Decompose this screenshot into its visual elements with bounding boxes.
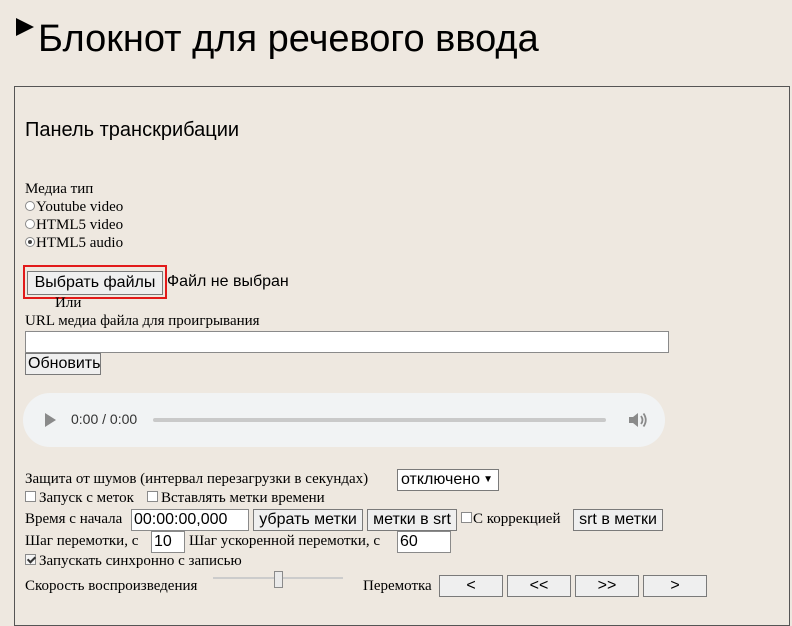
correction[interactable]: С коррекцией	[461, 511, 560, 528]
file-button-highlight: Выбрать файлы	[23, 265, 167, 299]
radio-youtube-video[interactable]: Youtube video	[25, 199, 123, 216]
radio-html5-audio-icon[interactable]	[25, 236, 35, 247]
srt-to-marks-button[interactable]: srt в метки	[573, 509, 663, 531]
volume-icon[interactable]	[627, 411, 649, 429]
launch-from-marks[interactable]: Запуск с меток	[25, 490, 134, 507]
radio-html5-audio[interactable]: HTML5 audio	[25, 235, 123, 252]
step-label: Шаг перемотки, с	[25, 533, 139, 549]
step-input[interactable]: 10	[151, 531, 185, 553]
noise-label: Защита от шумов (интервал перезагрузки в…	[25, 471, 369, 487]
radio-html5-video-icon[interactable]	[25, 218, 35, 229]
sync-start-checkbox[interactable]	[25, 554, 36, 566]
noise-select[interactable]: отключено ▼	[397, 469, 499, 491]
audio-player: 0:00 / 0:00	[23, 393, 665, 447]
or-label: Или	[55, 295, 82, 311]
panel-title: Панель транскрибации	[25, 119, 240, 141]
remove-marks-button[interactable]: убрать метки	[253, 509, 363, 531]
radio-youtube-icon[interactable]	[25, 200, 35, 211]
fast-step-label: Шаг ускоренной перемотки, с	[189, 533, 381, 549]
speed-slider-thumb[interactable]	[274, 571, 283, 588]
file-status: Файл не выбран	[167, 273, 289, 290]
marks-to-srt-button[interactable]: метки в srt	[367, 509, 457, 531]
launch-from-marks-checkbox[interactable]	[25, 491, 36, 503]
correction-checkbox[interactable]	[461, 512, 472, 524]
rewind-back-button[interactable]: <	[439, 575, 503, 597]
rewind-fast-back-button[interactable]: <<	[507, 575, 571, 597]
collapse-triangle-icon[interactable]	[16, 18, 34, 36]
start-time-input[interactable]: 00:00:00,000	[131, 509, 249, 531]
rewind-forward-button[interactable]: >	[643, 575, 707, 597]
radio-html5-video[interactable]: HTML5 video	[25, 217, 123, 234]
url-label: URL медиа файла для проигрывания	[25, 313, 260, 329]
rewind-label: Перемотка	[363, 578, 432, 594]
dropdown-arrow-icon: ▼	[483, 474, 493, 485]
insert-timestamps[interactable]: Вставлять метки времени	[147, 490, 325, 507]
url-input[interactable]	[25, 331, 669, 353]
insert-timestamps-checkbox[interactable]	[147, 491, 158, 503]
play-icon[interactable]	[45, 413, 56, 427]
page-title: Блокнот для речевого ввода	[38, 18, 539, 60]
sync-start[interactable]: Запускать синхронно с записью	[25, 553, 242, 570]
start-time-label: Время с начала	[25, 511, 123, 527]
speed-label: Скорость воспроизведения	[25, 578, 198, 594]
fast-step-input[interactable]: 60	[397, 531, 451, 553]
seek-bar[interactable]	[153, 418, 606, 422]
player-time: 0:00 / 0:00	[71, 411, 138, 427]
choose-files-button[interactable]: Выбрать файлы	[27, 271, 163, 295]
media-type-label: Медиа тип	[25, 181, 94, 197]
refresh-button[interactable]: Обновить	[25, 353, 101, 375]
rewind-fast-forward-button[interactable]: >>	[575, 575, 639, 597]
transcription-panel: Панель транскрибации Медиа тип Youtube v…	[14, 86, 790, 626]
speed-slider[interactable]	[213, 571, 343, 588]
